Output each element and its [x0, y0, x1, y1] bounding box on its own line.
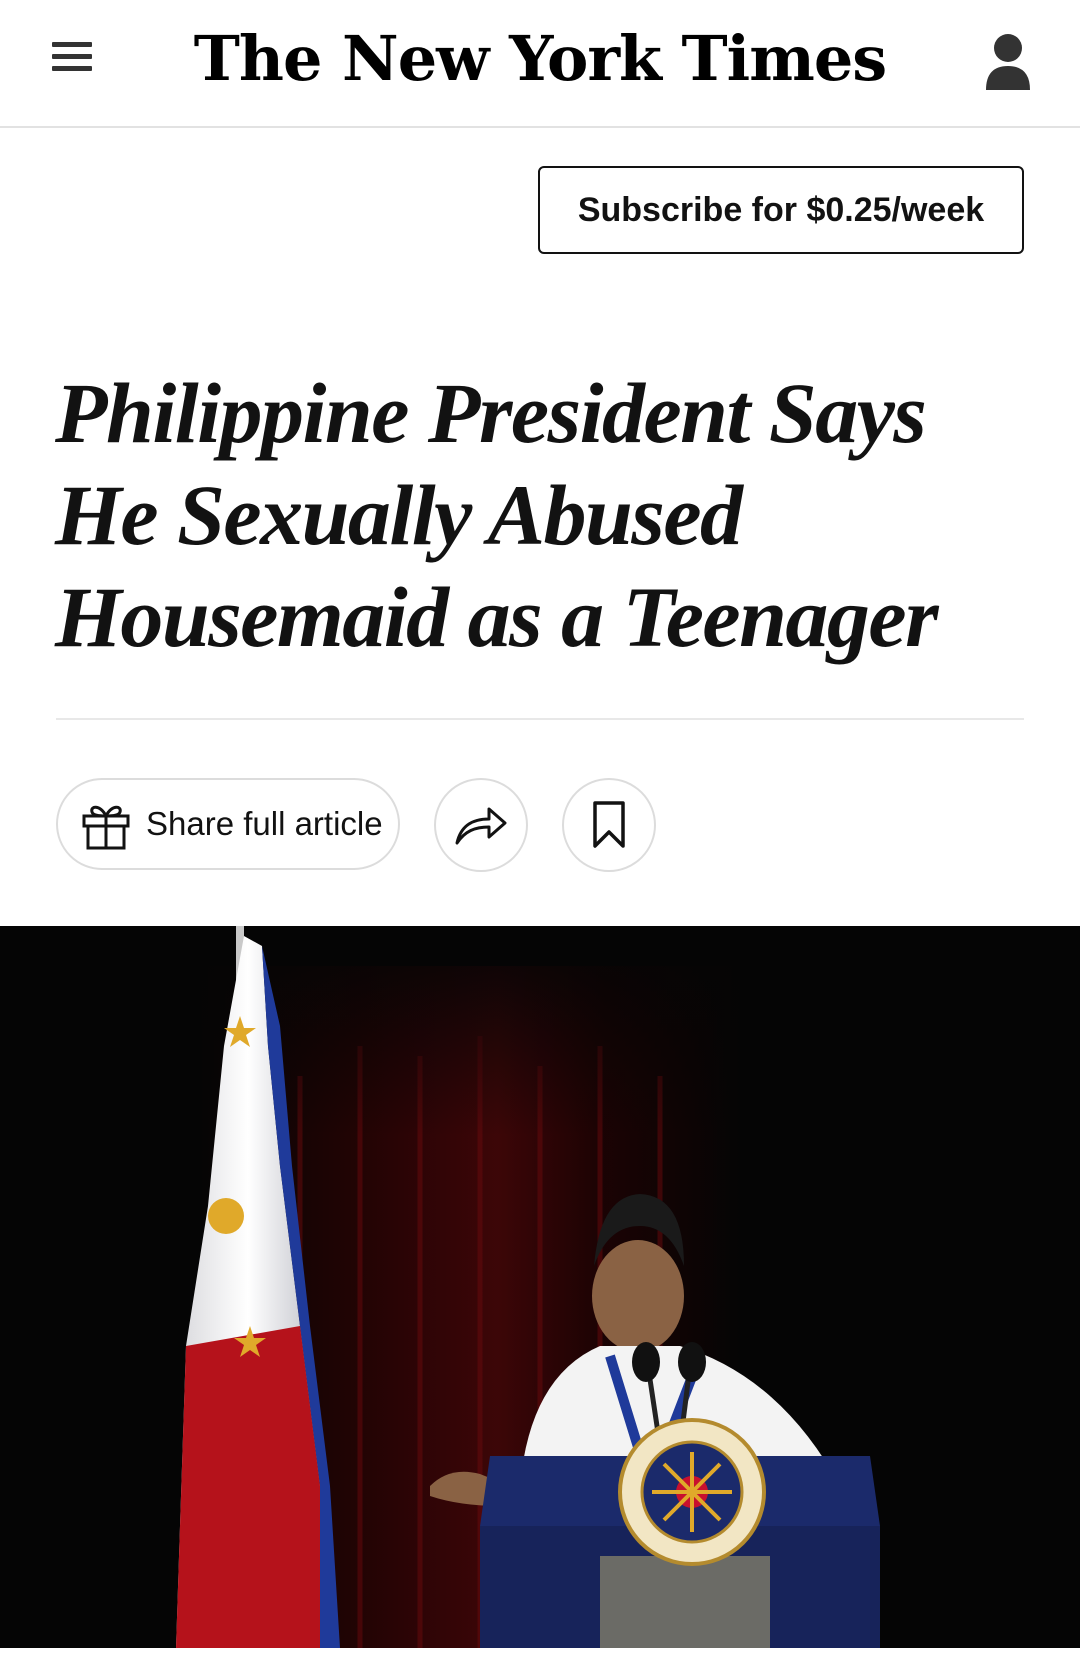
share-arrow-icon [455, 807, 507, 845]
divider [56, 718, 1024, 720]
share-button[interactable] [434, 778, 528, 872]
user-account-icon[interactable] [984, 32, 1032, 92]
share-full-article-button[interactable]: Share full article [56, 778, 400, 870]
nyt-logo[interactable]: The New York Times [0, 22, 1080, 95]
top-header: The New York Times [0, 0, 1080, 128]
bookmark-button[interactable] [562, 778, 656, 872]
subscribe-button[interactable]: Subscribe for $0.25/week [538, 166, 1024, 254]
bookmark-icon [593, 801, 625, 848]
gift-icon [82, 805, 130, 850]
article-headline: Philippine President Says He Sexually Ab… [55, 365, 939, 665]
share-full-article-label: Share full article [146, 805, 383, 842]
article-photo[interactable] [0, 926, 1080, 1648]
